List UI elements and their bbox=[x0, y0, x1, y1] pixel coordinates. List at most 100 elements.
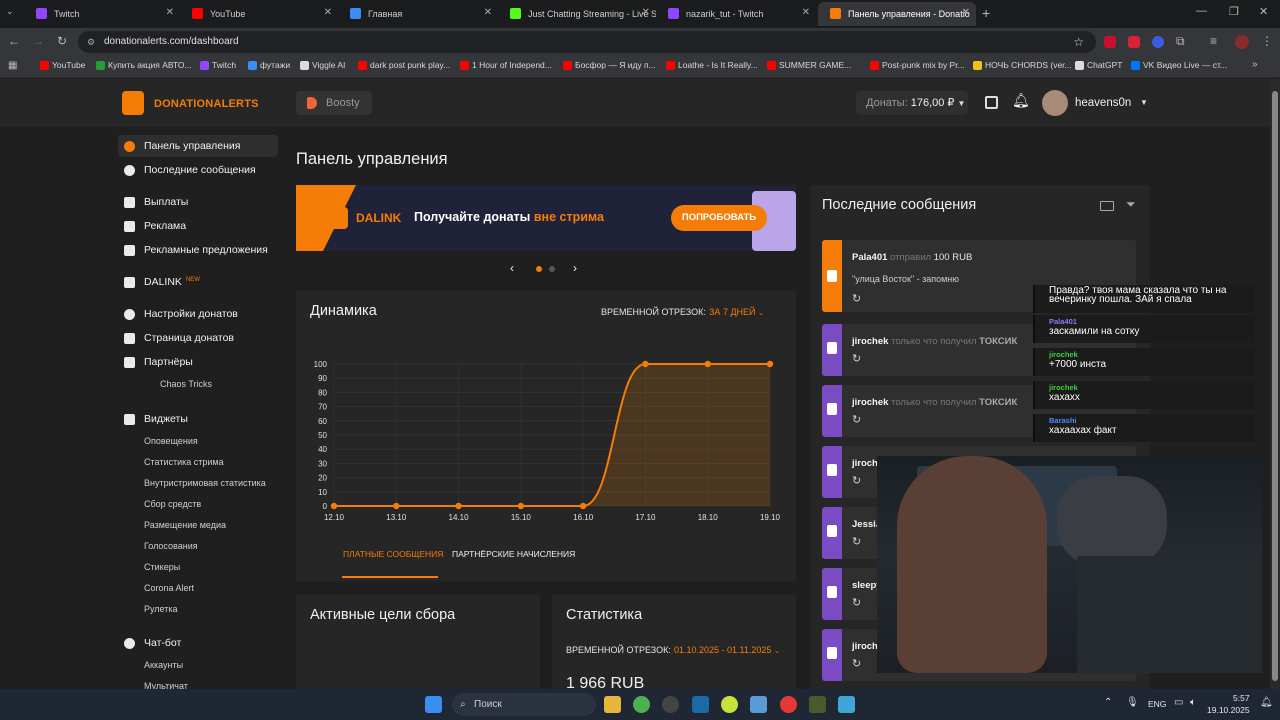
page-scrollbar[interactable] bbox=[1270, 79, 1280, 689]
bookmark-star-icon[interactable]: ☆ bbox=[1073, 31, 1084, 53]
system-clock[interactable]: 5:57 19.10.2025 bbox=[1207, 692, 1250, 716]
apps-grid-icon[interactable]: ▦ bbox=[8, 60, 17, 71]
replay-icon[interactable]: ↻ bbox=[852, 596, 861, 609]
volume-icon[interactable]: 🔈︎ bbox=[1190, 697, 1196, 708]
tab-home[interactable]: Главная ✕ bbox=[338, 2, 498, 26]
forward-icon[interactable]: → bbox=[32, 34, 44, 48]
bookmark[interactable]: Viggle AI bbox=[300, 60, 345, 70]
tab-paid-messages[interactable]: ПЛАТНЫЕ СООБЩЕНИЯ bbox=[343, 549, 443, 559]
bell-icon[interactable]: 🔔︎ bbox=[1012, 92, 1030, 109]
tab-twitch[interactable]: Twitch ✕ bbox=[24, 2, 180, 26]
tab-partner-accruals[interactable]: ПАРТНЁРСКИЕ НАЧИСЛЕНИЯ bbox=[452, 549, 575, 559]
bookmark[interactable]: ChatGPT bbox=[1075, 60, 1122, 70]
sidebar-subitem[interactable]: Сбор средств bbox=[144, 499, 201, 509]
extensions-puzzle-icon[interactable]: ⧉ bbox=[1176, 34, 1185, 49]
replay-icon[interactable]: ↻ bbox=[852, 535, 861, 548]
extension-icon[interactable] bbox=[1128, 36, 1140, 48]
tab-nazarik[interactable]: nazarik_tut - Twitch ✕ bbox=[656, 2, 816, 26]
try-button[interactable]: ПОПРОБОВАТЬ bbox=[671, 205, 767, 231]
carousel-next-icon[interactable]: › bbox=[573, 261, 577, 275]
sidebar-item-ads[interactable]: Реклама bbox=[124, 220, 186, 232]
carousel-dot-active[interactable] bbox=[536, 266, 542, 272]
app-icon[interactable] bbox=[750, 696, 767, 713]
dalink-promo-banner[interactable]: DALINK Получайте донаты вне стрима ПОПРО… bbox=[296, 185, 796, 251]
tab-donationalerts[interactable]: Панель управления - Donatio ✕ bbox=[818, 2, 976, 26]
bookmark[interactable]: YouTube bbox=[40, 60, 85, 70]
notification-bell-icon[interactable]: 🔔︎ bbox=[1260, 697, 1273, 708]
sidebar-item-recent-messages[interactable]: Последние сообщения bbox=[124, 164, 256, 176]
bookmark[interactable]: dark post punk play... bbox=[358, 60, 450, 70]
sidebar-item-dashboard[interactable]: Панель управления bbox=[124, 140, 240, 152]
tab-search-icon[interactable]: ⌄ bbox=[6, 6, 14, 17]
donationalerts-logo-icon[interactable] bbox=[122, 91, 144, 115]
sidebar-item-donat-page[interactable]: Страница донатов bbox=[124, 332, 234, 344]
windows-start-icon[interactable] bbox=[425, 696, 442, 713]
more-bookmarks-icon[interactable]: » bbox=[1252, 59, 1258, 70]
extension-icon[interactable] bbox=[1104, 36, 1116, 48]
app-icon[interactable] bbox=[809, 696, 826, 713]
network-icon[interactable]: ▭ bbox=[1174, 697, 1183, 708]
reload-icon[interactable]: ↻ bbox=[57, 34, 67, 48]
close-window-icon[interactable]: ✕ bbox=[1259, 5, 1268, 18]
filter-icon[interactable]: ⏷ bbox=[1126, 197, 1136, 212]
close-icon[interactable]: ✕ bbox=[962, 7, 970, 18]
replay-icon[interactable]: ↻ bbox=[852, 474, 861, 487]
replay-icon[interactable]: ↻ bbox=[852, 292, 861, 305]
bookmark[interactable]: 1 Hour of Independ... bbox=[460, 60, 552, 70]
sidebar-item-ad-offers[interactable]: Рекламные предложения bbox=[124, 244, 268, 256]
sidebar-item-chatbot[interactable]: Чат-бот bbox=[124, 637, 181, 649]
sidebar-subitem[interactable]: Мультичат bbox=[144, 681, 188, 689]
stats-period-dropdown[interactable]: 01.10.2025 - 01.11.2025 ⌄ bbox=[674, 645, 780, 655]
avatar[interactable] bbox=[1042, 90, 1068, 116]
replay-icon[interactable]: ↻ bbox=[852, 352, 861, 365]
microphone-icon[interactable]: 🎙︎ bbox=[1126, 697, 1139, 708]
tray-chevron-up-icon[interactable]: ⌃ bbox=[1104, 697, 1112, 708]
close-icon[interactable]: ✕ bbox=[802, 7, 810, 18]
obs-icon[interactable] bbox=[662, 696, 679, 713]
chevron-down-icon[interactable]: ▼ bbox=[1140, 98, 1148, 107]
sidebar-subitem[interactable]: Стикеры bbox=[144, 562, 180, 572]
replay-icon[interactable]: ↻ bbox=[852, 657, 861, 670]
close-icon[interactable]: ✕ bbox=[166, 7, 174, 18]
scrollbar-thumb[interactable] bbox=[1272, 91, 1278, 681]
chrome-icon[interactable] bbox=[633, 696, 650, 713]
yandex-icon[interactable] bbox=[780, 696, 797, 713]
bookmark[interactable]: футажи bbox=[248, 60, 290, 70]
back-icon[interactable]: ← bbox=[8, 34, 20, 48]
close-icon[interactable]: ✕ bbox=[484, 7, 492, 18]
minimize-icon[interactable]: — bbox=[1196, 5, 1207, 17]
bookmark[interactable]: Купить акция АВТО... bbox=[96, 60, 192, 70]
file-explorer-icon[interactable] bbox=[604, 696, 621, 713]
app-icon[interactable] bbox=[721, 696, 738, 713]
sidebar-item-dalink[interactable]: DALINK NEW bbox=[124, 276, 200, 288]
sidebar-subitem[interactable]: Внутристримовая статистика bbox=[144, 478, 266, 488]
app-icon[interactable] bbox=[838, 696, 855, 713]
close-icon[interactable]: ✕ bbox=[642, 7, 650, 18]
open-window-icon[interactable] bbox=[1100, 201, 1114, 211]
menu-kebab-icon[interactable]: ⋮ bbox=[1261, 34, 1273, 48]
donats-balance[interactable]: Донаты: 176,00 ₽ ▼ bbox=[856, 91, 968, 115]
site-info-icon[interactable]: ⚙ bbox=[87, 31, 95, 53]
extension-icon[interactable] bbox=[1152, 36, 1164, 48]
sidebar-subitem[interactable]: Рулетка bbox=[144, 604, 178, 614]
bookmark[interactable]: Post-punk mix by Pr... bbox=[870, 60, 965, 70]
sidebar-item-widgets[interactable]: Виджеты bbox=[124, 413, 188, 425]
new-tab-icon[interactable]: + bbox=[982, 5, 990, 21]
sidebar-subitem[interactable]: Corona Alert bbox=[144, 583, 194, 593]
media-icon[interactable]: ≡ bbox=[1210, 34, 1217, 48]
sidebar-item-donat-settings[interactable]: Настройки донатов bbox=[124, 308, 238, 320]
username[interactable]: heavens0n bbox=[1075, 97, 1131, 109]
maximize-icon[interactable]: ❐ bbox=[1229, 5, 1239, 18]
profile-avatar[interactable] bbox=[1235, 35, 1249, 49]
carousel-dot[interactable] bbox=[549, 266, 555, 272]
tab-youtube[interactable]: YouTube ✕ bbox=[180, 2, 338, 26]
bookmark[interactable]: Босфор — Я иду п... bbox=[563, 60, 656, 70]
taskbar-search[interactable]: ⌕ Поиск bbox=[452, 693, 596, 716]
url-field[interactable]: ⚙ donationalerts.com/dashboard ☆ bbox=[78, 31, 1096, 53]
sidebar-item-partners[interactable]: Партнёры bbox=[124, 356, 193, 368]
sidebar-subitem[interactable]: Размещение медиа bbox=[144, 520, 226, 530]
steam-icon[interactable] bbox=[692, 696, 709, 713]
logo-text[interactable]: DONATIONALERTS bbox=[154, 98, 259, 110]
news-icon[interactable] bbox=[985, 96, 998, 109]
sidebar-subitem[interactable]: Голосования bbox=[144, 541, 198, 551]
